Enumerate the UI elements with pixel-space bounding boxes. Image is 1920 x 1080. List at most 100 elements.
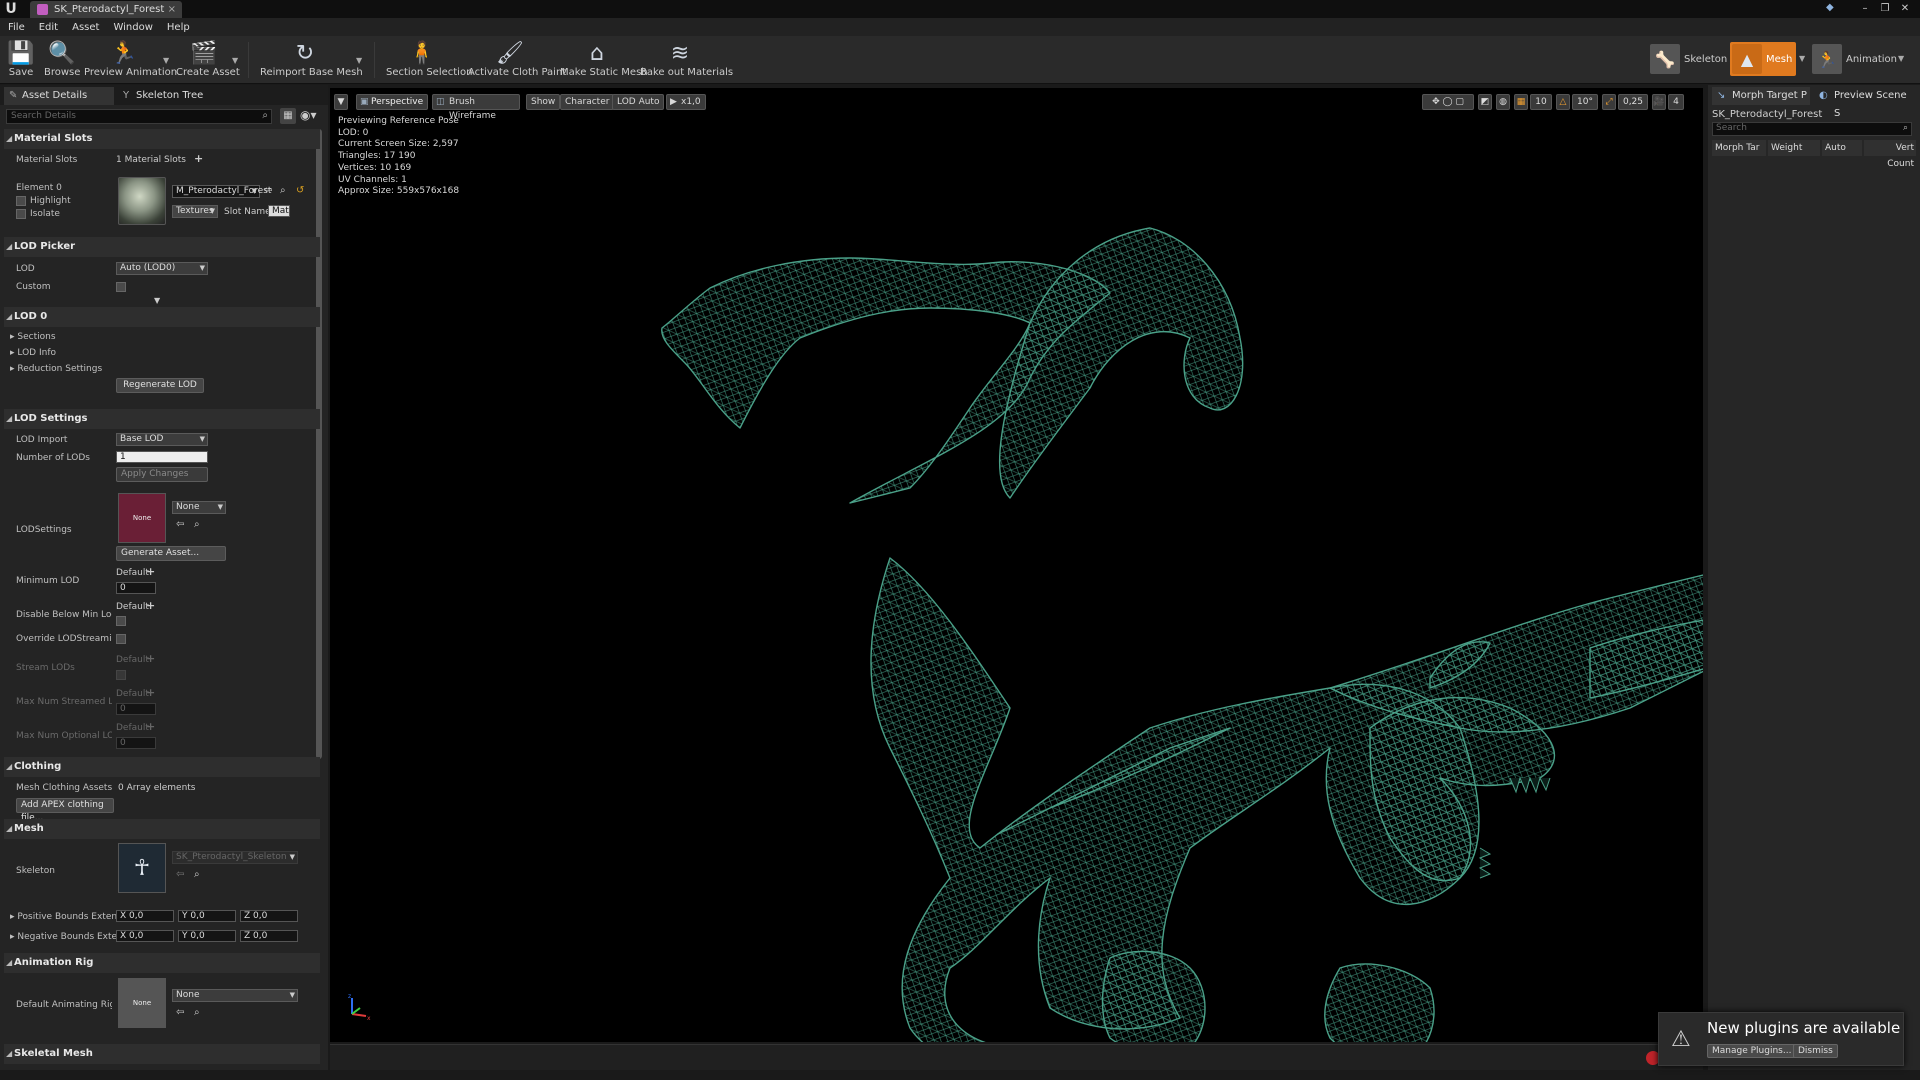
negative-bounds-x[interactable]: X 0,0 (116, 930, 174, 942)
isolate-checkbox[interactable] (16, 209, 26, 219)
tab-preview-scene-settings[interactable]: ◐ Preview Scene S (1814, 87, 1916, 119)
mesh-viewport[interactable]: ▼ ▣ Perspective ◫ Brush Wireframe Show C… (330, 88, 1703, 1042)
lod-import-combo[interactable]: Base LOD ▼ (116, 433, 208, 446)
animation-mode-dropdown-icon[interactable]: ▼ (1898, 54, 1904, 63)
section-clothing[interactable]: ◢ Clothing (4, 757, 320, 777)
minimize-button[interactable]: – (1858, 3, 1872, 15)
menu-file[interactable]: File (8, 22, 25, 33)
add-override-icon[interactable]: + (146, 686, 155, 699)
tab-skeleton-tree[interactable]: Y Skeleton Tree (118, 87, 218, 105)
number-of-lods-field[interactable]: 1 (116, 451, 208, 463)
highlight-checkbox[interactable] (16, 196, 26, 206)
max-streamed-lods-field[interactable]: 0 (116, 703, 156, 715)
reimport-base-mesh-button[interactable]: ↻ Reimport Base Mesh (260, 38, 363, 82)
positive-bounds-x[interactable]: X 0,0 (116, 910, 174, 922)
mesh-mode-dropdown-icon[interactable]: ▼ (1799, 54, 1805, 63)
section-selection-button[interactable]: 🧍 Section Selection (386, 38, 472, 82)
eye-icon[interactable]: ◉▾ (300, 108, 317, 122)
browse-button[interactable]: 🔍 Browse (44, 38, 80, 82)
lodsettings-combo[interactable]: None ▼ (172, 501, 226, 514)
add-override-icon[interactable]: + (146, 720, 155, 733)
menu-help[interactable]: Help (167, 22, 190, 33)
document-tab[interactable]: SK_Pterodactyl_Forest × (30, 1, 182, 18)
apply-changes-button[interactable]: Apply Changes (116, 467, 208, 482)
create-asset-dropdown-icon[interactable]: ▼ (232, 56, 238, 65)
custom-checkbox[interactable] (116, 282, 126, 292)
skeleton-combo[interactable]: SK_Pterodactyl_Skeleton ▼ (172, 851, 298, 864)
use-selected-arrow-icon[interactable]: ⇦ (176, 519, 184, 530)
details-scrollbar[interactable] (316, 129, 322, 759)
section-lod-0[interactable]: ◢ LOD 0 (4, 307, 320, 327)
animating-rig-combo[interactable]: None ▼ (172, 989, 298, 1002)
lodsettings-thumbnail[interactable]: None (118, 493, 166, 543)
textures-combo[interactable]: Textures ▼ (172, 205, 218, 218)
section-material-slots[interactable]: ◢ Material Slots (4, 129, 320, 149)
animation-mode-button[interactable]: 🏃 Animation (1812, 42, 1897, 76)
view-options-grid-icon[interactable]: ▦ (280, 108, 296, 124)
browse-asset-icon[interactable]: ⌕ (280, 185, 286, 196)
expand-advanced-icon[interactable]: ▼ (154, 296, 160, 305)
use-selected-arrow-icon[interactable]: ⇦ (264, 185, 272, 196)
browse-asset-icon[interactable]: ⌕ (194, 1007, 200, 1018)
disable-below-checkbox[interactable] (116, 616, 126, 626)
save-button[interactable]: 💾 Save (6, 38, 36, 82)
lod-combo[interactable]: Auto (LOD0) ▼ (116, 262, 208, 275)
preview-animation-dropdown-icon[interactable]: ▼ (163, 56, 169, 65)
menu-window[interactable]: Window (113, 22, 152, 33)
section-lod-settings[interactable]: ◢ LOD Settings (4, 409, 320, 429)
menu-asset[interactable]: Asset (72, 22, 99, 33)
use-selected-arrow-icon[interactable]: ⇦ (176, 1007, 184, 1018)
column-weight[interactable]: Weight (1768, 140, 1820, 156)
material-combo[interactable]: M_Pterodactyl_Forest ▼ (172, 185, 271, 198)
add-material-slot-icon[interactable]: + (194, 152, 203, 165)
generate-asset-button[interactable]: Generate Asset... (116, 546, 226, 561)
reset-to-default-icon[interactable]: ↺ (296, 185, 304, 196)
menu-edit[interactable]: Edit (39, 22, 58, 33)
skeleton-mode-button[interactable]: 🦴 Skeleton (1650, 42, 1727, 76)
skeleton-thumbnail[interactable]: ☥ (118, 843, 166, 893)
browse-asset-icon[interactable]: ⌕ (194, 869, 200, 880)
reduction-settings-row[interactable]: ▸ Reduction Settings (10, 364, 106, 374)
restore-button[interactable]: ❐ (1878, 3, 1892, 15)
dismiss-button[interactable]: Dismiss (1793, 1044, 1838, 1058)
tab-morph-target-preview[interactable]: ↘ Morph Target P (1712, 87, 1810, 105)
max-optional-lods-field[interactable]: 0 (116, 737, 156, 749)
morph-search-input[interactable]: Search ⌕ (1712, 122, 1912, 136)
tab-asset-details[interactable]: ✎ Asset Details (4, 87, 114, 105)
lod-info-row[interactable]: ▸ LOD Info (10, 348, 106, 358)
regenerate-lod-button[interactable]: Regenerate LOD (116, 378, 204, 393)
positive-bounds-z[interactable]: Z 0,0 (240, 910, 298, 922)
use-selected-arrow-icon[interactable]: ⇦ (176, 869, 184, 880)
add-override-icon[interactable]: + (146, 565, 155, 578)
search-details-input[interactable]: Search Details ⌕ (6, 109, 272, 124)
positive-bounds-label[interactable]: ▸ Positive Bounds Extensio (10, 912, 116, 922)
animating-rig-thumbnail[interactable]: None (118, 978, 166, 1028)
bake-out-materials-button[interactable]: ≋ Bake out Materials (640, 38, 733, 82)
override-lod-streaming-checkbox[interactable] (116, 634, 126, 644)
positive-bounds-y[interactable]: Y 0,0 (178, 910, 236, 922)
sections-row[interactable]: ▸ Sections (10, 332, 106, 342)
section-mesh[interactable]: ◢ Mesh (4, 819, 320, 839)
reimport-dropdown-icon[interactable]: ▼ (356, 56, 362, 65)
column-vert-count[interactable]: Vert Count (1864, 140, 1916, 169)
feedback-icon[interactable]: ◆ (1826, 2, 1840, 14)
stream-lods-checkbox[interactable] (116, 670, 126, 680)
column-morph-target[interactable]: Morph Tar (1712, 140, 1766, 156)
add-override-icon[interactable]: + (146, 652, 155, 665)
make-static-mesh-button[interactable]: ⌂ Make Static Mesh (560, 38, 648, 82)
negative-bounds-y[interactable]: Y 0,0 (178, 930, 236, 942)
section-animation-rig[interactable]: ◢ Animation Rig (4, 953, 320, 973)
create-asset-button[interactable]: 🎬 Create Asset (176, 38, 240, 82)
material-thumbnail[interactable] (118, 177, 166, 225)
slot-name-field[interactable]: Mat (268, 205, 290, 217)
close-tab-icon[interactable]: × (168, 1, 176, 18)
close-button[interactable]: ✕ (1898, 3, 1912, 15)
browse-asset-icon[interactable]: ⌕ (194, 519, 200, 530)
negative-bounds-label[interactable]: ▸ Negative Bounds Extensi (10, 932, 116, 942)
activate-cloth-paint-button[interactable]: 🖌 Activate Cloth Paint (468, 38, 566, 82)
section-skeletal-mesh[interactable]: ◢ Skeletal Mesh (4, 1044, 320, 1064)
column-auto[interactable]: Auto (1822, 140, 1862, 156)
mesh-mode-button[interactable]: ▲ Mesh (1730, 42, 1797, 76)
negative-bounds-z[interactable]: Z 0,0 (240, 930, 298, 942)
manage-plugins-button[interactable]: Manage Plugins... (1707, 1044, 1797, 1058)
